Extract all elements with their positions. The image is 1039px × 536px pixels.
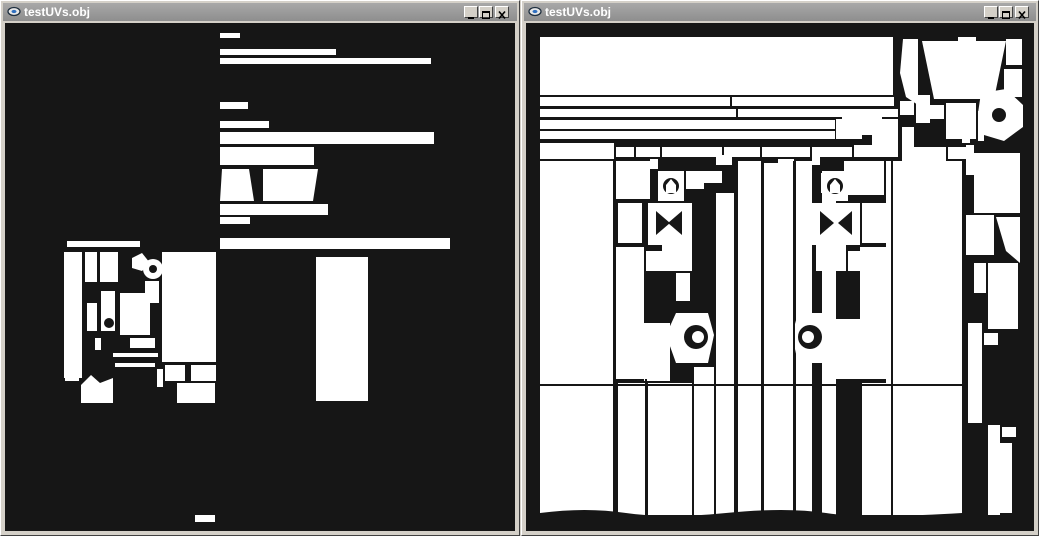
title-bar[interactable]: testUVs.obj (3, 3, 517, 21)
uv-layout-left (64, 33, 450, 522)
minimize-button[interactable] (984, 6, 998, 19)
uv-canvas-left[interactable] (5, 23, 515, 531)
uv-viewer-window-right[interactable]: testUVs.obj (521, 0, 1039, 536)
maximize-button[interactable] (479, 6, 493, 19)
title-bar[interactable]: testUVs.obj (524, 3, 1036, 21)
uv-viewer-window-left[interactable]: testUVs.obj (0, 0, 520, 536)
uv-layout-right (540, 37, 1023, 531)
maximize-icon (1002, 11, 1010, 19)
close-icon (498, 10, 506, 20)
app-icon (7, 6, 21, 17)
minimize-icon (468, 17, 474, 19)
uv-canvas-right[interactable] (526, 23, 1034, 531)
close-button[interactable] (495, 6, 509, 20)
window-title: testUVs.obj (545, 5, 612, 19)
app-icon (528, 6, 542, 17)
maximize-button[interactable] (999, 6, 1013, 19)
minimize-button[interactable] (464, 6, 478, 19)
maximize-icon (482, 11, 490, 19)
minimize-icon (988, 17, 994, 19)
window-title: testUVs.obj (24, 5, 91, 19)
close-icon (1018, 10, 1026, 20)
close-button[interactable] (1015, 6, 1029, 20)
